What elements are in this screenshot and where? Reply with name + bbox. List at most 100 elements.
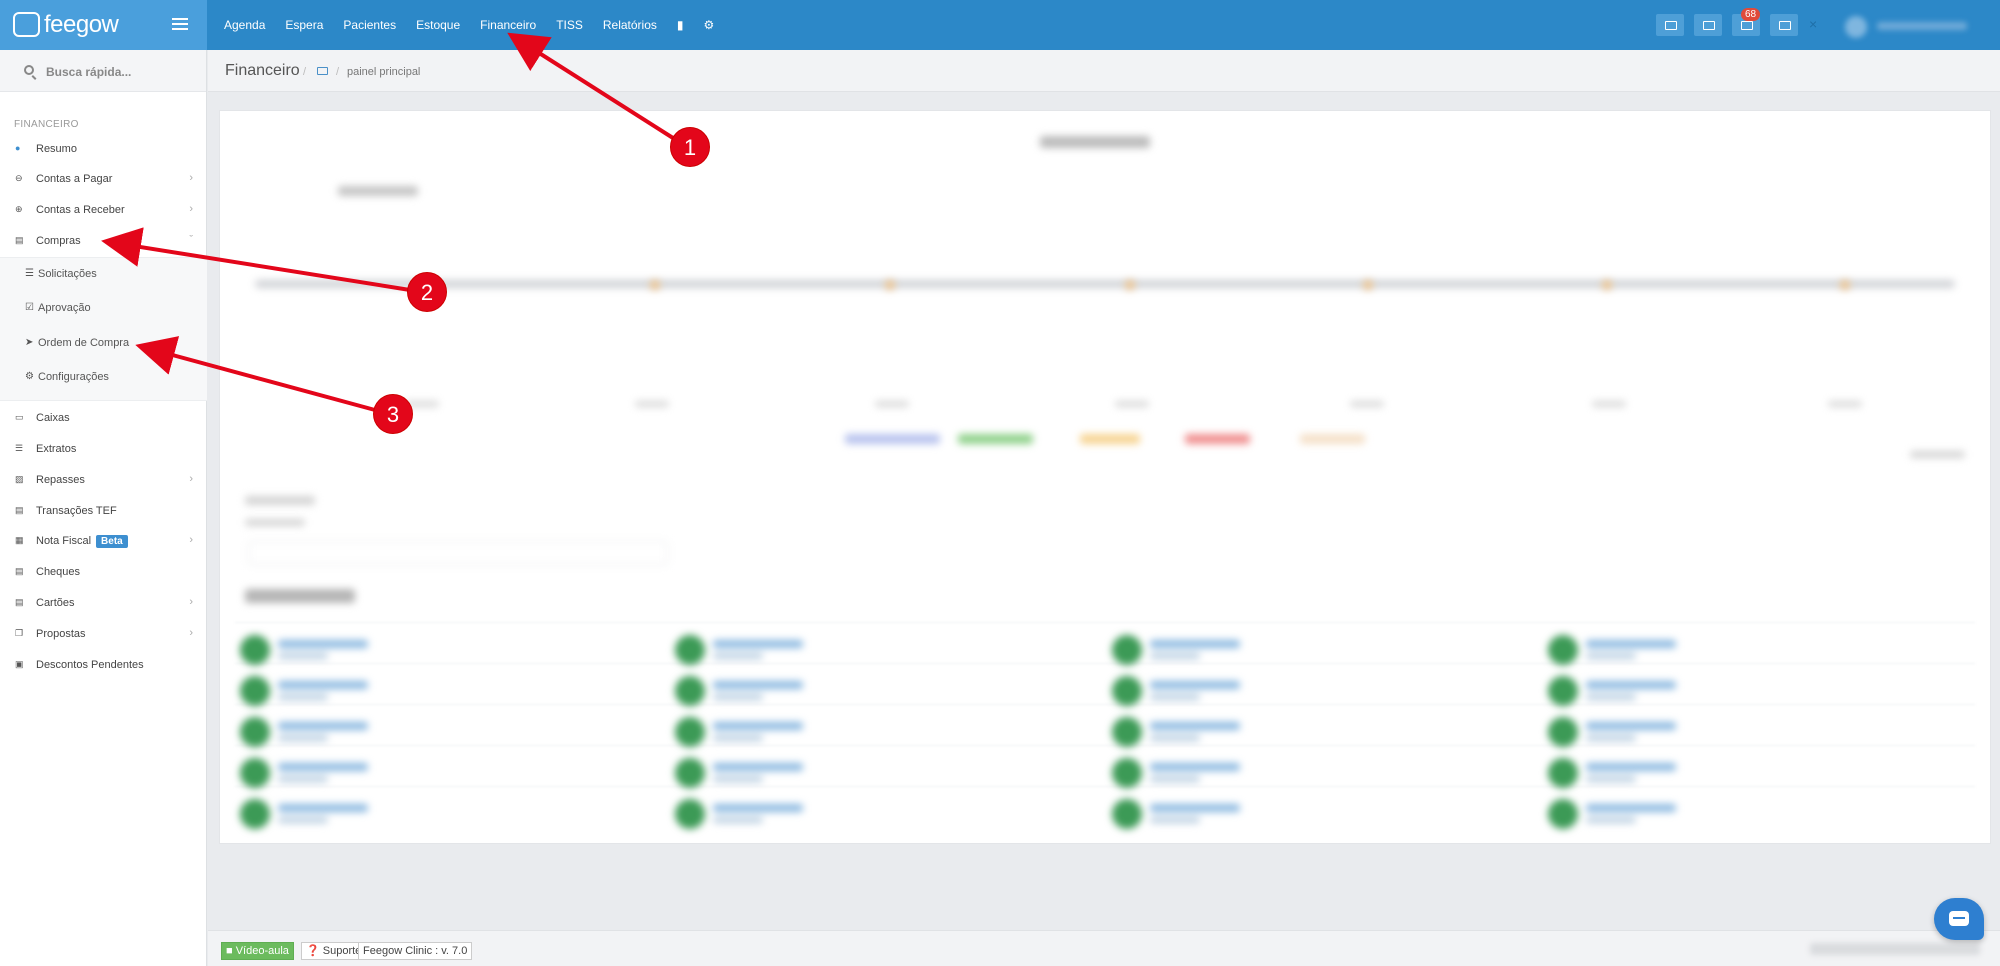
chevron-right-icon: › [189, 172, 193, 184]
chevron-right-icon: › [189, 203, 193, 215]
sidebar-item-label: Resumo [36, 143, 77, 155]
sidebar-item-contas-receber[interactable]: ⊕ Contas a Receber › [0, 200, 207, 222]
sidebar-subitem-label: Ordem de Compra [38, 337, 130, 349]
page-title: Financeiro [225, 62, 300, 79]
blurred-legend-item [958, 434, 1033, 444]
nav-tiss[interactable]: TISS [556, 18, 583, 32]
annotation-marker-3: 3 [373, 394, 413, 434]
search-placeholder: Busca rápida... [46, 65, 132, 79]
video-aula-button[interactable]: ■ Vídeo-aula [221, 942, 294, 960]
check-square-icon: ☑ [25, 302, 34, 313]
sidebar-item-resumo[interactable]: ● Resumo [0, 139, 207, 161]
blurred-tile[interactable] [1112, 676, 1412, 706]
version-label: Feegow Clinic : v. 7.0 [358, 942, 473, 960]
blurred-tile[interactable] [675, 676, 975, 706]
sidebar-item-repasses[interactable]: ▨ Repasses › [0, 470, 207, 492]
blurred-chart-point [650, 280, 660, 290]
sidebar-item-transacoes-tef[interactable]: ▤ Transações TEF [0, 501, 207, 523]
blurred-tile[interactable] [1112, 758, 1412, 788]
sidebar-item-descontos[interactable]: ▣ Descontos Pendentes [0, 655, 207, 677]
chat-widget-button[interactable] [1934, 898, 1984, 940]
sidebar-item-compras[interactable]: ▤ Compras ˇ [0, 231, 207, 253]
blurred-tile[interactable] [675, 635, 975, 665]
blurred-tile[interactable] [1112, 635, 1412, 665]
search-icon [24, 65, 34, 75]
blurred-tile[interactable] [240, 635, 540, 665]
copy-icon: ❐ [15, 628, 24, 638]
blurred-chart-point [1125, 280, 1135, 290]
hamburger-icon[interactable] [172, 18, 188, 30]
nav-financeiro[interactable]: Financeiro [480, 18, 536, 32]
blurred-tile[interactable] [1548, 676, 1848, 706]
blurred-tile[interactable] [1112, 717, 1412, 747]
blurred-tile[interactable] [1112, 799, 1412, 829]
gear-icon: ⚙ [25, 371, 34, 382]
plus-circle-icon: ⊕ [15, 204, 23, 214]
database-icon[interactable]: ▮ [677, 18, 684, 32]
sidebar-item-label: Contas a Pagar [36, 173, 113, 185]
close-icon[interactable]: × [1809, 16, 1817, 32]
chevron-down-icon: ˇ [189, 234, 193, 246]
sidebar-item-caixas[interactable]: ▭ Caixas [0, 408, 207, 430]
blurred-tile[interactable] [240, 676, 540, 706]
blurred-tile[interactable] [240, 717, 540, 747]
blurred-legend-item [1080, 434, 1140, 444]
sidebar-item-label: Nota Fiscal Beta [36, 535, 128, 548]
sitemap-icon: ▨ [15, 474, 24, 484]
suporte-button[interactable]: ❓ Suporte [301, 942, 367, 960]
chevron-right-icon: › [189, 627, 193, 639]
blurred-tile[interactable] [1548, 799, 1848, 829]
gear-icon[interactable]: ⚙ [704, 18, 715, 32]
blurred-x-tick [1592, 401, 1626, 407]
sidebar-item-propostas[interactable]: ❐ Propostas › [0, 624, 207, 646]
money-icon[interactable] [317, 67, 328, 75]
blurred-chart-point [1363, 280, 1373, 290]
list-button[interactable] [1694, 14, 1722, 36]
nav-relatorios[interactable]: Relatórios [603, 18, 657, 32]
quick-search[interactable]: Busca rápida... [0, 50, 206, 92]
sidebar-subitem-solicitacoes[interactable]: ☰ Solicitações [0, 264, 207, 286]
chevron-right-icon: › [189, 473, 193, 485]
blurred-chart-title [1040, 136, 1150, 148]
blurred-x-tick [1115, 401, 1149, 407]
sidebar-item-extratos[interactable]: ☰ Extratos [0, 439, 207, 461]
chevron-right-icon: › [189, 596, 193, 608]
sidebar-subitem-label: Configurações [38, 371, 109, 383]
sidebar-item-cheques[interactable]: ▤ Cheques [0, 562, 207, 584]
blurred-text [245, 519, 305, 526]
user-menu[interactable] [1845, 16, 1985, 38]
sidebar-item-label: Compras [36, 235, 81, 247]
chat-button[interactable] [1770, 14, 1798, 36]
sidebar-subitem-ordem-compra[interactable]: ➤ Ordem de Compra [0, 333, 207, 355]
blurred-tile[interactable] [240, 758, 540, 788]
blurred-chart-line [255, 280, 1955, 288]
blurred-legend-item [845, 434, 940, 444]
sidebar-item-cartoes[interactable]: ▤ Cartões › [0, 593, 207, 615]
sidebar-subitem-configuracoes[interactable]: ⚙ Configurações [0, 367, 207, 389]
blurred-tile[interactable] [1548, 635, 1848, 665]
blurred-chart-point [1602, 280, 1612, 290]
blurred-tile[interactable] [675, 758, 975, 788]
brand[interactable]: feegow [0, 0, 207, 50]
blurred-tile[interactable] [240, 799, 540, 829]
sidebar-subitem-aprovacao[interactable]: ☑ Aprovação [0, 298, 207, 320]
sidebar-item-contas-pagar[interactable]: ⊖ Contas a Pagar › [0, 169, 207, 191]
sidebar-subitem-label: Aprovação [38, 302, 91, 314]
blurred-input [248, 541, 668, 565]
blurred-tile[interactable] [675, 717, 975, 747]
compras-submenu: ☰ Solicitações ☑ Aprovação ➤ Ordem de Co… [0, 257, 207, 401]
blurred-tile[interactable] [675, 799, 975, 829]
nav-agenda[interactable]: Agenda [224, 18, 265, 32]
nav-estoque[interactable]: Estoque [416, 18, 460, 32]
list-icon: ☰ [15, 443, 24, 453]
blurred-footer-text [1810, 943, 1980, 955]
blurred-tile[interactable] [1548, 758, 1848, 788]
nota-fiscal-label: Nota Fiscal [36, 535, 92, 547]
nav-pacientes[interactable]: Pacientes [343, 18, 396, 32]
credit-card-icon: ▤ [15, 505, 24, 515]
breadcrumb: painel principal [347, 66, 421, 78]
inbox-button[interactable] [1656, 14, 1684, 36]
blurred-tile[interactable] [1548, 717, 1848, 747]
sidebar-item-nota-fiscal[interactable]: ▦ Nota Fiscal Beta › [0, 531, 207, 553]
nav-espera[interactable]: Espera [285, 18, 323, 32]
